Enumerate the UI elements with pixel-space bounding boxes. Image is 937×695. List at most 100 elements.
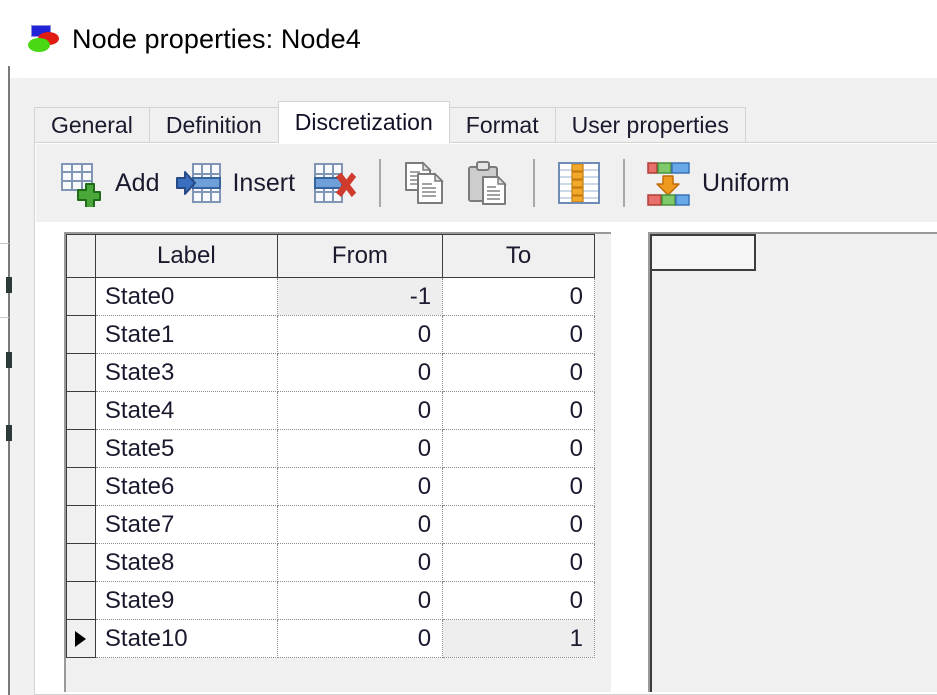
node-properties-icon: [26, 24, 60, 54]
left-edge-tick: [0, 317, 9, 318]
column-header-from[interactable]: From: [276, 234, 444, 278]
tab-discretization[interactable]: Discretization: [277, 101, 450, 143]
cell-from[interactable]: 0: [276, 353, 444, 392]
table-row[interactable]: State8 0 0: [66, 543, 595, 582]
grid-plus-icon: [58, 159, 106, 207]
cell-from[interactable]: 0: [276, 505, 444, 544]
insert-label: Insert: [232, 168, 296, 197]
cell-to[interactable]: 0: [442, 467, 595, 506]
grid-insert-row-icon: [175, 159, 223, 207]
cell-label[interactable]: State0: [95, 277, 278, 316]
tab-strip: General Definition Discretization Format…: [34, 101, 746, 143]
tab-definition[interactable]: Definition: [148, 107, 279, 143]
tab-user-properties[interactable]: User properties: [554, 107, 746, 143]
paste-button[interactable]: [457, 152, 521, 214]
left-edge-mark: [6, 425, 12, 441]
table-row[interactable]: State9 0 0: [66, 581, 595, 620]
row-selector[interactable]: [66, 391, 96, 430]
cell-to[interactable]: 0: [442, 543, 595, 582]
row-selector[interactable]: [66, 581, 96, 620]
row-selector[interactable]: [66, 277, 96, 316]
grid-columns-icon: [555, 159, 603, 207]
left-edge-mark: [6, 352, 12, 368]
preview-grid-header-cell[interactable]: [650, 234, 756, 271]
cell-to[interactable]: 0: [442, 277, 595, 316]
tab-label: Definition: [165, 112, 262, 138]
discretization-grid[interactable]: Label From To State0 -1 0 State1 0 0 Sta…: [66, 234, 595, 658]
cell-label[interactable]: State9: [95, 581, 278, 620]
uniform-distribute-icon: [645, 159, 693, 207]
cell-from[interactable]: 0: [276, 391, 444, 430]
toolbar-separator: [533, 159, 536, 207]
tab-label: User properties: [571, 112, 729, 138]
grid-body: State0 -1 0 State1 0 0 State3 0 0 State4…: [66, 277, 595, 658]
current-row-marker-icon: [75, 631, 87, 648]
preview-grid-divider: [650, 271, 652, 692]
tab-label: Format: [465, 112, 539, 138]
cell-to[interactable]: 0: [442, 505, 595, 544]
cell-from[interactable]: 0: [276, 315, 444, 354]
grid-delete-row-icon: [311, 159, 359, 207]
copy-icon: [401, 159, 449, 207]
cell-from[interactable]: 0: [276, 429, 444, 468]
discretization-toolbar: Add Insert Uniform: [36, 144, 937, 222]
cell-label[interactable]: State6: [95, 467, 278, 506]
toolbar-separator: [379, 159, 382, 207]
toolbar-separator: [623, 159, 626, 207]
cell-from[interactable]: 0: [276, 467, 444, 506]
column-header-selector[interactable]: [66, 234, 96, 278]
cell-from[interactable]: 0: [276, 619, 444, 658]
row-selector[interactable]: [66, 429, 96, 468]
paste-icon: [465, 159, 513, 207]
row-selector[interactable]: [66, 543, 96, 582]
dialog-body: General Definition Discretization Format…: [18, 78, 937, 695]
table-row[interactable]: State7 0 0: [66, 505, 595, 544]
row-selector[interactable]: [66, 505, 96, 544]
left-edge-shade: [10, 66, 18, 695]
insert-button[interactable]: Insert: [167, 152, 303, 214]
cell-to[interactable]: 0: [442, 391, 595, 430]
preview-grid-container[interactable]: [648, 232, 937, 692]
column-header-label[interactable]: Label: [94, 234, 278, 278]
tab-general[interactable]: General: [34, 107, 150, 143]
table-row[interactable]: State3 0 0: [66, 353, 595, 392]
cell-from[interactable]: 0: [276, 581, 444, 620]
copy-button[interactable]: [393, 152, 457, 214]
cell-label[interactable]: State10: [95, 619, 278, 658]
window-title: Node properties: Node4: [72, 23, 361, 54]
discretization-tab-page: Add Insert Uniform Label From To State0 …: [34, 142, 937, 695]
cell-label[interactable]: State8: [95, 543, 278, 582]
columns-button[interactable]: [547, 152, 611, 214]
cell-from[interactable]: 0: [276, 543, 444, 582]
discretization-grid-container[interactable]: Label From To State0 -1 0 State1 0 0 Sta…: [64, 232, 611, 692]
column-header-to[interactable]: To: [442, 234, 595, 278]
left-edge-mark: [6, 277, 12, 293]
cell-to[interactable]: 0: [442, 353, 595, 392]
row-selector[interactable]: [66, 315, 96, 354]
cell-label[interactable]: State7: [95, 505, 278, 544]
row-selector[interactable]: [66, 467, 96, 506]
table-row[interactable]: State1 0 0: [66, 315, 595, 354]
cell-to[interactable]: 1: [442, 619, 595, 658]
table-row[interactable]: State6 0 0: [66, 467, 595, 506]
uniform-button[interactable]: Uniform: [637, 152, 798, 214]
uniform-label: Uniform: [702, 168, 790, 197]
cell-label[interactable]: State4: [95, 391, 278, 430]
add-button[interactable]: Add: [50, 152, 167, 214]
cell-label[interactable]: State5: [95, 429, 278, 468]
tab-format[interactable]: Format: [448, 107, 556, 143]
table-row[interactable]: State10 0 1: [66, 619, 595, 658]
cell-label[interactable]: State1: [95, 315, 278, 354]
tab-label: Discretization: [294, 109, 433, 135]
cell-from[interactable]: -1: [276, 277, 444, 316]
cell-to[interactable]: 0: [442, 315, 595, 354]
cell-to[interactable]: 0: [442, 581, 595, 620]
row-selector-current[interactable]: [66, 619, 96, 658]
table-row[interactable]: State0 -1 0: [66, 277, 595, 316]
table-row[interactable]: State5 0 0: [66, 429, 595, 468]
cell-to[interactable]: 0: [442, 429, 595, 468]
row-selector[interactable]: [66, 353, 96, 392]
table-row[interactable]: State4 0 0: [66, 391, 595, 430]
delete-row-button[interactable]: [303, 152, 367, 214]
cell-label[interactable]: State3: [95, 353, 278, 392]
